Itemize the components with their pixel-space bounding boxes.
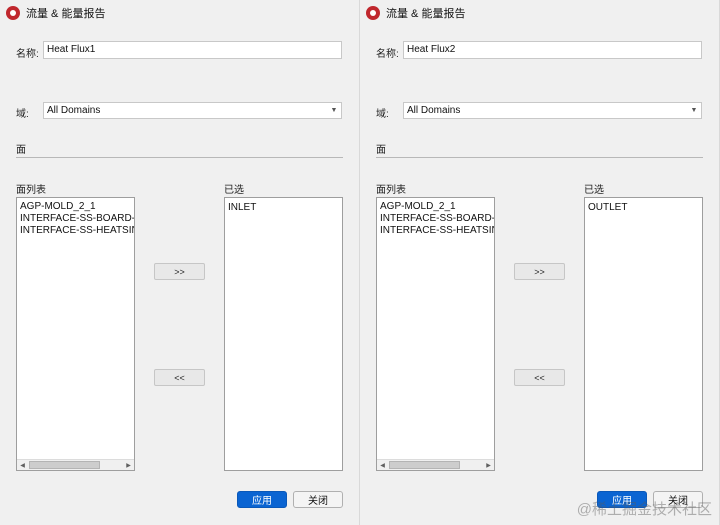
name-label: 名称: [16,49,39,60]
title-bar: 流量 & 能量报告 [360,0,719,26]
selected-list[interactable]: OUTLET [584,197,703,471]
app-logo-icon [366,6,380,20]
scroll-track[interactable] [388,461,483,469]
face-list-label: 面列表 [16,185,46,196]
scroll-thumb[interactable] [29,461,100,469]
arrow-right-icon[interactable]: ▶ [123,460,134,470]
faces-section-label: 面 [16,145,26,156]
list-item[interactable]: INTERFACE-SS-BOARD- [377,213,494,225]
remove-from-selected-button[interactable]: << [514,369,565,386]
face-list-label: 面列表 [376,185,406,196]
scroll-thumb[interactable] [389,461,460,469]
flux-report-dialog-1: 流量 & 能量报告 名称: Heat Flux1 域: All Domains … [0,0,360,525]
chevron-down-icon[interactable]: ▼ [687,103,701,118]
list-item[interactable]: INTERFACE-SS-BOARD- [17,213,134,225]
list-item[interactable]: AGP-MOLD_2_1 [377,201,494,213]
arrow-left-icon[interactable]: ◀ [17,460,28,470]
selected-list-label: 已选 [224,185,244,196]
add-to-selected-button[interactable]: >> [154,263,205,280]
name-input[interactable]: Heat Flux2 [403,41,702,59]
horizontal-scrollbar[interactable]: ◀ ▶ [377,459,494,470]
arrow-left-icon[interactable]: ◀ [377,460,388,470]
app-logo-icon [6,6,20,20]
remove-from-selected-button[interactable]: << [154,369,205,386]
name-input[interactable]: Heat Flux1 [43,41,342,59]
face-list[interactable]: AGP-MOLD_2_1 INTERFACE-SS-BOARD- INTERFA… [376,197,495,471]
dialog-title: 流量 & 能量报告 [386,8,466,20]
close-button[interactable]: 关闭 [293,491,343,508]
selected-list-label: 已选 [584,185,604,196]
domain-label: 域: [16,109,29,120]
domain-select[interactable]: All Domains ▼ [403,102,702,119]
domain-select-value: All Domains [47,105,101,116]
flux-report-dialog-2: 流量 & 能量报告 名称: Heat Flux2 域: All Domains … [360,0,720,525]
list-item[interactable]: AGP-MOLD_2_1 [17,201,134,213]
list-item[interactable]: OUTLET [585,202,702,214]
list-item[interactable]: INLET [225,202,342,214]
list-item[interactable]: INTERFACE-SS-HEATSIN [17,225,134,237]
title-bar: 流量 & 能量报告 [0,0,359,26]
dialog-title: 流量 & 能量报告 [26,8,106,20]
arrow-right-icon[interactable]: ▶ [483,460,494,470]
chevron-down-icon[interactable]: ▼ [327,103,341,118]
selected-list[interactable]: INLET [224,197,343,471]
domain-select[interactable]: All Domains ▼ [43,102,342,119]
face-list[interactable]: AGP-MOLD_2_1 INTERFACE-SS-BOARD- INTERFA… [16,197,135,471]
scroll-track[interactable] [28,461,123,469]
list-item[interactable]: INTERFACE-SS-HEATSIN [377,225,494,237]
domain-label: 域: [376,109,389,120]
section-divider [16,157,343,158]
name-label: 名称: [376,49,399,60]
section-divider [376,157,703,158]
horizontal-scrollbar[interactable]: ◀ ▶ [17,459,134,470]
add-to-selected-button[interactable]: >> [514,263,565,280]
domain-select-value: All Domains [407,105,461,116]
watermark: @稀土掘金技术社区 [576,501,712,518]
faces-section-label: 面 [376,145,386,156]
apply-button[interactable]: 应用 [237,491,287,508]
